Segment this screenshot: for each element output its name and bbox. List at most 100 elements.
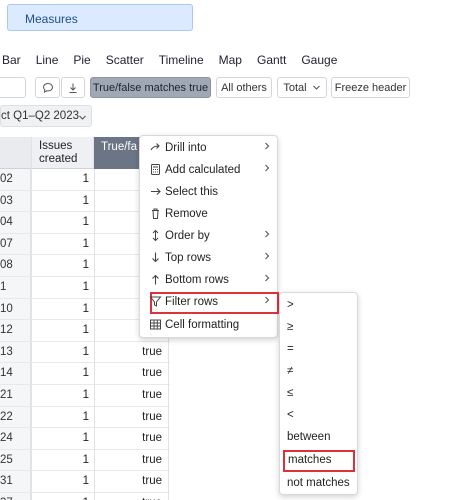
chevron-right-icon bbox=[263, 163, 271, 176]
row-key[interactable]: 14 bbox=[0, 367, 31, 379]
total-dropdown[interactable]: Total bbox=[277, 77, 327, 98]
chart-type-gantt[interactable]: Gantt bbox=[257, 53, 286, 69]
issues-created-cell: 1 bbox=[82, 389, 89, 401]
filter-option-less[interactable]: < bbox=[280, 405, 359, 427]
filter-option-between[interactable]: between bbox=[280, 427, 359, 449]
table-row[interactable]: 21 1 true bbox=[0, 385, 170, 407]
table-row[interactable]: 31 1 true bbox=[0, 471, 170, 493]
menu-item-label: Cell formatting bbox=[165, 319, 240, 331]
chevron-right-icon bbox=[263, 295, 271, 308]
issues-created-cell: 1 bbox=[82, 453, 89, 466]
issues-created-cell: 1 bbox=[82, 432, 89, 445]
chevron-right-icon bbox=[263, 141, 271, 154]
filter-option-greater-equal[interactable]: ≥ bbox=[280, 317, 359, 339]
row-key[interactable]: 12 bbox=[0, 324, 31, 336]
issues-created-cell: 1 bbox=[82, 475, 89, 488]
true-false-filter-button[interactable]: True/false matches true bbox=[90, 77, 211, 98]
table-row[interactable]: 24 1 true bbox=[0, 428, 170, 450]
filter-option-not-equal[interactable]: ≠ bbox=[280, 361, 359, 383]
row-key[interactable]: 31 bbox=[0, 475, 31, 487]
row-key[interactable]: 1 bbox=[0, 281, 31, 293]
issues-created-cell: 1 bbox=[82, 281, 89, 293]
row-key[interactable]: 22 bbox=[0, 411, 31, 423]
row-key[interactable]: 25 bbox=[0, 454, 31, 466]
download-button[interactable] bbox=[61, 77, 85, 98]
row-key[interactable]: 08 bbox=[0, 259, 31, 271]
all-others-button[interactable]: All others bbox=[216, 77, 272, 98]
row-key[interactable]: 07 bbox=[0, 238, 31, 250]
chart-type-line[interactable]: Line bbox=[36, 53, 59, 69]
menu-item-label: Add calculated bbox=[165, 164, 241, 176]
comment-icon bbox=[42, 82, 53, 93]
menu-item-label: Filter rows bbox=[165, 296, 219, 308]
filter-option-not-matches[interactable]: not matches bbox=[280, 473, 359, 495]
arrow-up-icon bbox=[148, 273, 162, 287]
column-header-true-false[interactable]: True/fa bbox=[94, 137, 140, 169]
menu-item-label: Top rows bbox=[165, 252, 212, 264]
row-header-divider bbox=[31, 137, 32, 500]
chart-type-scatter[interactable]: Scatter bbox=[106, 53, 144, 69]
issues-created-cell: 1 bbox=[82, 367, 89, 380]
table-row[interactable]: 13 1 true bbox=[0, 342, 170, 364]
filter-option-greater[interactable]: > bbox=[280, 295, 359, 317]
menu-item-label: Order by bbox=[165, 230, 210, 242]
true-false-cell: true bbox=[142, 475, 162, 488]
chart-type-pie[interactable]: Pie bbox=[73, 53, 90, 69]
freeze-header-button[interactable]: Freeze header bbox=[331, 77, 410, 98]
chart-type-timeline[interactable]: Timeline bbox=[159, 53, 204, 69]
menu-item-bottom-rows[interactable]: Bottom rows bbox=[140, 270, 279, 292]
table-row[interactable]: 25 1 true bbox=[0, 450, 170, 472]
row-key[interactable]: 04 bbox=[0, 216, 31, 228]
issues-created-cell: 1 bbox=[82, 410, 89, 423]
menu-item-top-rows[interactable]: Top rows bbox=[140, 248, 279, 270]
measures-button[interactable]: Measures bbox=[7, 4, 193, 31]
true-false-cell: true bbox=[142, 389, 162, 401]
table-row[interactable]: 22 1 true bbox=[0, 407, 170, 429]
menu-item-label: Drill into bbox=[165, 142, 207, 154]
menu-item-cell-formatting[interactable]: Cell formatting bbox=[140, 315, 279, 337]
menu-item-filter-rows[interactable]: Filter rows bbox=[148, 292, 279, 314]
true-false-filter-label: True/false matches true bbox=[92, 81, 209, 94]
table-row[interactable]: 371true bbox=[0, 493, 170, 500]
grid-icon bbox=[148, 318, 162, 332]
period-selector[interactable]: ct Q1–Q2 2023 bbox=[0, 105, 92, 127]
filter-option-less-equal[interactable]: ≤ bbox=[280, 383, 359, 405]
true-false-cell: true bbox=[142, 367, 162, 380]
arrow-right-icon bbox=[148, 185, 162, 199]
chart-type-gauge[interactable]: Gauge bbox=[301, 53, 337, 69]
row-key[interactable]: 10 bbox=[0, 303, 31, 315]
toolbar-partial-button[interactable] bbox=[0, 77, 26, 98]
corner-header bbox=[0, 137, 31, 169]
total-label: Total bbox=[283, 81, 307, 94]
row-key[interactable]: 02 bbox=[0, 173, 31, 185]
measures-label: Measures bbox=[25, 12, 78, 26]
chart-type-bar-item[interactable]: Bar bbox=[2, 53, 21, 69]
row-key[interactable]: 03 bbox=[0, 195, 31, 207]
true-false-cell: true bbox=[142, 432, 162, 445]
chart-type-map[interactable]: Map bbox=[219, 53, 242, 69]
issues-created-cell: 1 bbox=[82, 237, 89, 250]
period-label: ct Q1–Q2 2023 bbox=[1, 110, 79, 122]
row-key[interactable]: 13 bbox=[0, 346, 31, 358]
issues-created-cell: 1 bbox=[82, 194, 89, 207]
menu-item-add-calculated[interactable]: Add calculated bbox=[140, 160, 279, 182]
column-header-true-false-label: True/fa bbox=[101, 141, 138, 153]
comment-button[interactable] bbox=[35, 77, 60, 98]
toolbar: True/false matches true All others Total… bbox=[0, 77, 474, 99]
filter-option-matches[interactable]: matches bbox=[283, 450, 355, 472]
menu-item-select-this[interactable]: Select this bbox=[140, 182, 279, 204]
menu-item-order-by[interactable]: Order by bbox=[140, 226, 279, 248]
true-false-cell: true bbox=[142, 345, 162, 358]
menu-item-label: Remove bbox=[165, 208, 208, 220]
issues-created-cell: 1 bbox=[82, 302, 89, 315]
column-header-issues-created[interactable]: Issues created bbox=[31, 137, 94, 169]
filter-option-equal[interactable]: = bbox=[280, 339, 359, 361]
column-divider bbox=[94, 169, 95, 500]
issues-created-cell: 1 bbox=[82, 345, 89, 358]
row-key[interactable]: 21 bbox=[0, 389, 31, 401]
table-row[interactable]: 14 1 true bbox=[0, 363, 170, 385]
menu-item-remove[interactable]: Remove bbox=[140, 204, 279, 226]
row-key[interactable]: 24 bbox=[0, 432, 31, 444]
drill-icon bbox=[148, 141, 162, 155]
menu-item-drill-into[interactable]: Drill into bbox=[140, 138, 279, 160]
